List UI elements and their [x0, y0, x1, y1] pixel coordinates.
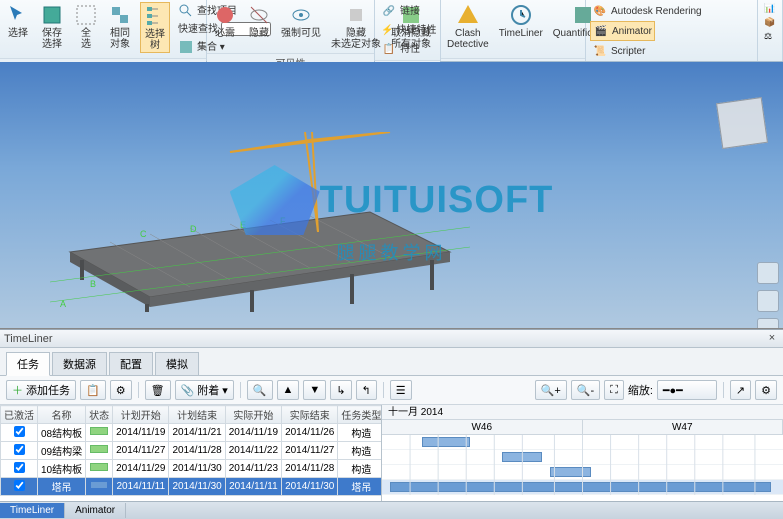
movedown-button[interactable]: ▼ — [303, 380, 326, 400]
active-checkbox[interactable] — [14, 426, 25, 437]
col-planstart[interactable]: 计划开始 — [113, 406, 169, 424]
select-all[interactable]: 全 选 — [72, 2, 100, 51]
gantt-month: 十一月 2014 — [382, 405, 783, 420]
animator-tool[interactable]: 🎬Animator — [590, 21, 655, 41]
zoomin-button[interactable]: 🔍+ — [535, 380, 567, 400]
export-button[interactable]: ↗ — [730, 380, 751, 400]
scripter-tool[interactable]: 📜Scripter — [590, 42, 647, 60]
close-icon[interactable]: × — [765, 332, 779, 346]
gantt-bar[interactable] — [502, 452, 542, 462]
indent-button[interactable]: ↳ — [330, 380, 351, 400]
zoom-tool-icon[interactable] — [757, 290, 779, 312]
orbit-tool-icon[interactable] — [757, 318, 779, 329]
task-row[interactable]: 09结构梁 2014/11/272014/11/28 2014/11/22201… — [1, 442, 383, 460]
tab-simulate[interactable]: 模拟 — [155, 352, 199, 375]
batch-utility[interactable]: 📦 — [762, 16, 777, 29]
col-active[interactable]: 已激活 — [1, 406, 38, 424]
links-toggle[interactable]: 🔗链接 — [379, 2, 436, 20]
hide[interactable]: 隐藏 — [245, 2, 273, 40]
force-visible[interactable]: 强制可见 — [279, 2, 323, 40]
bottom-tab-animator[interactable]: Animator — [65, 503, 126, 518]
required[interactable]: 必需 — [211, 2, 239, 40]
active-checkbox[interactable] — [14, 462, 25, 473]
columns-button[interactable]: ☰ — [390, 380, 412, 400]
task-grid[interactable]: 已激活 名称 状态 计划开始 计划结束 实际开始 实际结束 任务类型 08结构板… — [0, 405, 382, 501]
gantt-bar[interactable] — [422, 437, 470, 447]
add-task-button[interactable]: ＋添加任务 — [6, 380, 76, 400]
panel-title: TimeLiner — [4, 333, 53, 345]
col-type[interactable]: 任务类型 — [338, 406, 382, 424]
quick-properties[interactable]: ⚡快捷特性 — [379, 21, 436, 39]
svg-text:F: F — [280, 216, 286, 226]
zoomout-button[interactable]: 🔍- — [571, 380, 600, 400]
scale-label: 缩放: — [628, 382, 653, 398]
active-checkbox[interactable] — [14, 444, 25, 455]
outdent-button[interactable]: ↰ — [356, 380, 377, 400]
timeliner-panel: TimeLiner × 任务 数据源 配置 模拟 ＋添加任务 📋 ⚙ 🗑 📎附着… — [0, 329, 783, 501]
svg-text:E: E — [240, 220, 246, 230]
col-actstart[interactable]: 实际开始 — [225, 406, 281, 424]
autodesk-rendering[interactable]: 🎨Autodesk Rendering — [590, 2, 704, 20]
svg-text:C: C — [140, 229, 147, 239]
ribbon: 选择 保存 选择 全 选 相同 对象 选择 树 查找项目 — [0, 0, 783, 62]
save-selection[interactable]: 保存 选择 — [38, 2, 66, 51]
status-icon — [90, 445, 108, 453]
gantt-bar[interactable] — [390, 482, 771, 492]
building-model: ABC DEF — [50, 132, 470, 312]
nav-bar — [757, 262, 779, 329]
col-planend[interactable]: 计划结束 — [169, 406, 225, 424]
clash-detective[interactable]: Clash Detective — [445, 2, 491, 51]
timeliner-tool[interactable]: TimeLiner — [497, 2, 545, 40]
gantt-week: W47 — [583, 420, 783, 435]
gantt-week: W46 — [382, 420, 583, 435]
tab-datasources[interactable]: 数据源 — [52, 352, 107, 375]
pan-tool-icon[interactable] — [757, 262, 779, 284]
bottom-tab-timeliner[interactable]: TimeLiner — [0, 503, 65, 518]
select-tool[interactable]: 选择 — [4, 2, 32, 40]
select-same[interactable]: 相同 对象 — [106, 2, 134, 51]
auto-add-button[interactable]: ⚙ — [110, 380, 132, 400]
timeliner-tabs: 任务 数据源 配置 模拟 — [0, 348, 783, 376]
bottom-panel-tabs: TimeLiner Animator — [0, 501, 783, 519]
attach-button[interactable]: 📎附着 ▾ — [175, 380, 234, 400]
status-icon — [90, 481, 108, 489]
gantt-bar[interactable] — [550, 467, 590, 477]
tab-configure[interactable]: 配置 — [109, 352, 153, 375]
timeliner-toolbar: ＋添加任务 📋 ⚙ 🗑 📎附着 ▾ 🔍 ▲ ▼ ↳ ↰ ☰ 🔍+ 🔍- ⛶ 缩放… — [0, 376, 783, 405]
3d-viewport[interactable]: ABC DEF TUITUISOFT 腿腿教学网 — [0, 62, 783, 329]
insert-task-button[interactable]: 📋 — [80, 380, 106, 400]
col-name[interactable]: 名称 — [38, 406, 86, 424]
ribbon-group-label — [441, 58, 585, 61]
properties[interactable]: 📋特性 — [379, 40, 436, 58]
tab-tasks[interactable]: 任务 — [6, 352, 50, 376]
viewcube[interactable] — [716, 97, 768, 149]
task-row[interactable]: 塔吊 2014/11/112014/11/30 2014/11/112014/1… — [1, 478, 383, 496]
compare-tool[interactable]: ⚖ — [762, 30, 777, 43]
col-actend[interactable]: 实际结束 — [282, 406, 338, 424]
svg-text:B: B — [90, 279, 96, 289]
delete-task-button[interactable]: 🗑 — [145, 380, 171, 400]
scale-slider[interactable]: ━●━ — [657, 380, 717, 400]
timeliner-titlebar[interactable]: TimeLiner × — [0, 330, 783, 348]
moveup-button[interactable]: ▲ — [277, 380, 300, 400]
col-status[interactable]: 状态 — [86, 406, 113, 424]
status-icon — [90, 427, 108, 435]
gantt-chart[interactable]: 十一月 2014 W46 W47 — [382, 405, 783, 501]
status-icon — [90, 463, 108, 471]
settings-button[interactable]: ⚙ — [755, 380, 777, 400]
appearance-profiler[interactable]: 📊 — [762, 2, 777, 15]
task-row[interactable]: 10结构板 2014/11/292014/11/30 2014/11/23201… — [1, 460, 383, 478]
task-row[interactable]: 08结构板 2014/11/192014/11/21 2014/11/19201… — [1, 424, 383, 442]
svg-text:D: D — [190, 224, 197, 234]
active-checkbox[interactable] — [14, 480, 25, 491]
selection-tree[interactable]: 选择 树 — [140, 2, 170, 53]
zoomfit-button[interactable]: ⛶ — [604, 380, 624, 400]
find-button[interactable]: 🔍 — [247, 380, 273, 400]
